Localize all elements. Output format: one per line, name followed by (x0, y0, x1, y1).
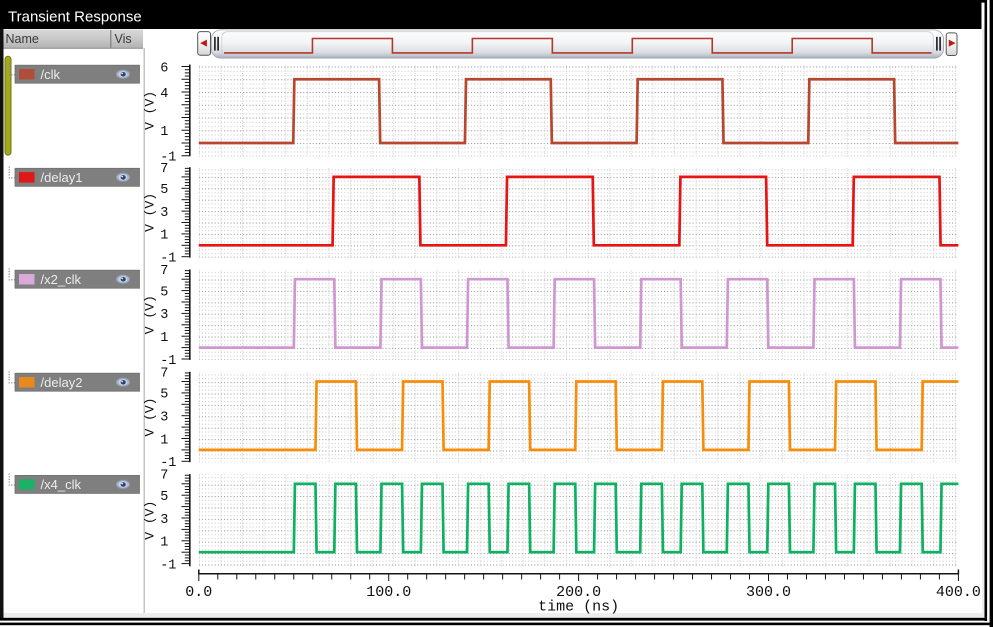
svg-text:7: 7 (160, 264, 168, 279)
svg-text:V (V): V (V) (142, 501, 157, 540)
svg-text:5: 5 (160, 285, 168, 300)
svg-text:100.0: 100.0 (366, 584, 411, 601)
svg-text:V (V): V (V) (142, 193, 157, 232)
svg-text:7: 7 (160, 366, 168, 381)
svg-text:1: 1 (160, 331, 168, 346)
svg-text:1: 1 (160, 536, 168, 551)
svg-text:4: 4 (160, 87, 168, 102)
svg-text:1: 1 (160, 433, 168, 448)
svg-text:3: 3 (160, 206, 168, 221)
svg-text:300.0: 300.0 (746, 584, 791, 601)
svg-text:/delay2: /delay2 (41, 375, 83, 390)
svg-text:0.0: 0.0 (185, 584, 212, 601)
svg-text:Vis: Vis (115, 32, 132, 46)
svg-text:V (V): V (V) (142, 397, 157, 436)
svg-text:-1: -1 (160, 558, 176, 573)
svg-text:1: 1 (160, 229, 168, 244)
svg-text:5: 5 (160, 490, 168, 505)
svg-text:time (ns): time (ns) (538, 599, 619, 616)
svg-text:5: 5 (160, 183, 168, 198)
svg-text:3: 3 (160, 308, 168, 323)
svg-text:/x2_clk: /x2_clk (41, 272, 82, 287)
svg-text:/delay1: /delay1 (41, 170, 83, 185)
svg-text:Name: Name (6, 32, 39, 46)
svg-text:3: 3 (160, 513, 168, 528)
svg-text:400.0: 400.0 (936, 584, 981, 601)
svg-text:3: 3 (160, 411, 168, 426)
svg-text:7: 7 (160, 162, 168, 177)
svg-text:V (V): V (V) (142, 295, 157, 334)
svg-text:5: 5 (160, 388, 168, 403)
svg-text:V (V): V (V) (142, 91, 157, 130)
svg-text:/clk: /clk (41, 67, 61, 82)
svg-text:1: 1 (160, 125, 168, 140)
svg-text:6: 6 (160, 61, 168, 76)
svg-text:Transient Response: Transient Response (8, 9, 142, 26)
svg-text:/x4_clk: /x4_clk (41, 477, 82, 492)
svg-text:7: 7 (160, 469, 168, 484)
